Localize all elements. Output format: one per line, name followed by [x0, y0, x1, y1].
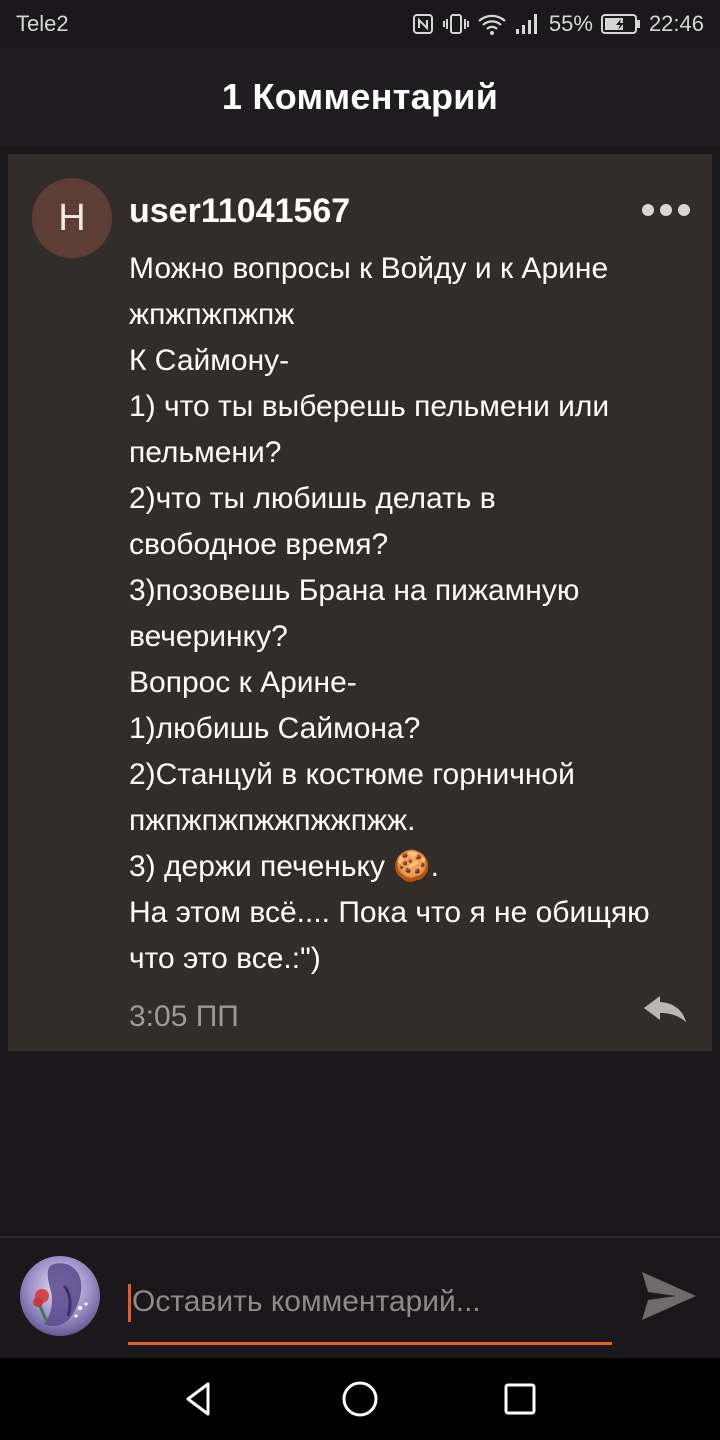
- battery-percent: 55%: [548, 11, 593, 36]
- comment-line: 3) держи печеньку 🍪.: [129, 850, 439, 883]
- comment-line: 2)что ты любишь делать в: [129, 482, 496, 515]
- comment-input[interactable]: [128, 1276, 612, 1328]
- comment-line: Можно вопросы к Войду и к Арине: [129, 252, 609, 285]
- comment-line: Вопрос к Арине-: [129, 666, 357, 699]
- system-nav-bar: [0, 1358, 720, 1440]
- comment-line: 3)позовешь Брана на пижамную: [129, 574, 580, 607]
- comment-compose-bar: [0, 1236, 720, 1360]
- back-icon[interactable]: [178, 1378, 220, 1420]
- comment-line: пельмени?: [129, 436, 282, 469]
- user-avatar-image: [20, 1256, 100, 1336]
- comment-card: H user11041567 Можно вопросы к Войду и к…: [8, 154, 712, 1051]
- comment-line: К Саймону-: [129, 344, 290, 377]
- reply-icon[interactable]: [642, 994, 690, 1024]
- comment-line: жпжпжпжпж: [129, 298, 295, 331]
- comment-line: 1)любишь Саймона?: [129, 712, 421, 745]
- text-caret: [128, 1284, 131, 1322]
- comment-timestamp: 3:05 ПП: [129, 1000, 239, 1033]
- comment-line: вечеринку?: [129, 620, 288, 653]
- more-options-icon[interactable]: [640, 202, 692, 218]
- recents-icon[interactable]: [499, 1378, 541, 1420]
- send-icon[interactable]: [640, 1268, 698, 1324]
- carrier-name: Tele2: [16, 11, 69, 36]
- comment-username[interactable]: user11041567: [129, 192, 350, 231]
- home-icon[interactable]: [339, 1378, 381, 1420]
- comment-body: Можно вопросы к Войду и к Арине жпжпжпжп…: [129, 246, 704, 982]
- status-bar: Tele2 55% 22:46: [0, 0, 720, 48]
- user-avatar[interactable]: [20, 1256, 100, 1336]
- app-bar: 1 Комментарий: [0, 48, 720, 146]
- comment-line: 1) что ты выберешь пельмени или: [129, 390, 610, 423]
- comment-line: На этом всё.... Пока что я не обищяю: [129, 896, 650, 929]
- comment-line: пжпжпжпжжпжжпжж.: [129, 804, 416, 837]
- nfc-icon: [412, 14, 433, 34]
- signal-icon: [515, 14, 537, 34]
- avatar[interactable]: H: [32, 178, 112, 258]
- comment-line: 2)Станцуй в костюме горничной: [129, 758, 575, 791]
- comment-line: что это все.:"): [129, 942, 321, 975]
- clock: 22:46: [648, 11, 704, 36]
- status-icons: 55% 22:46: [411, 8, 704, 40]
- comment-input-wrapper: [128, 1276, 612, 1345]
- vibrate-icon: [442, 14, 469, 34]
- wifi-icon: [478, 14, 506, 35]
- battery-icon: [600, 14, 640, 34]
- page-title: 1 Комментарий: [221, 76, 499, 117]
- comment-line: свободное время?: [129, 528, 389, 561]
